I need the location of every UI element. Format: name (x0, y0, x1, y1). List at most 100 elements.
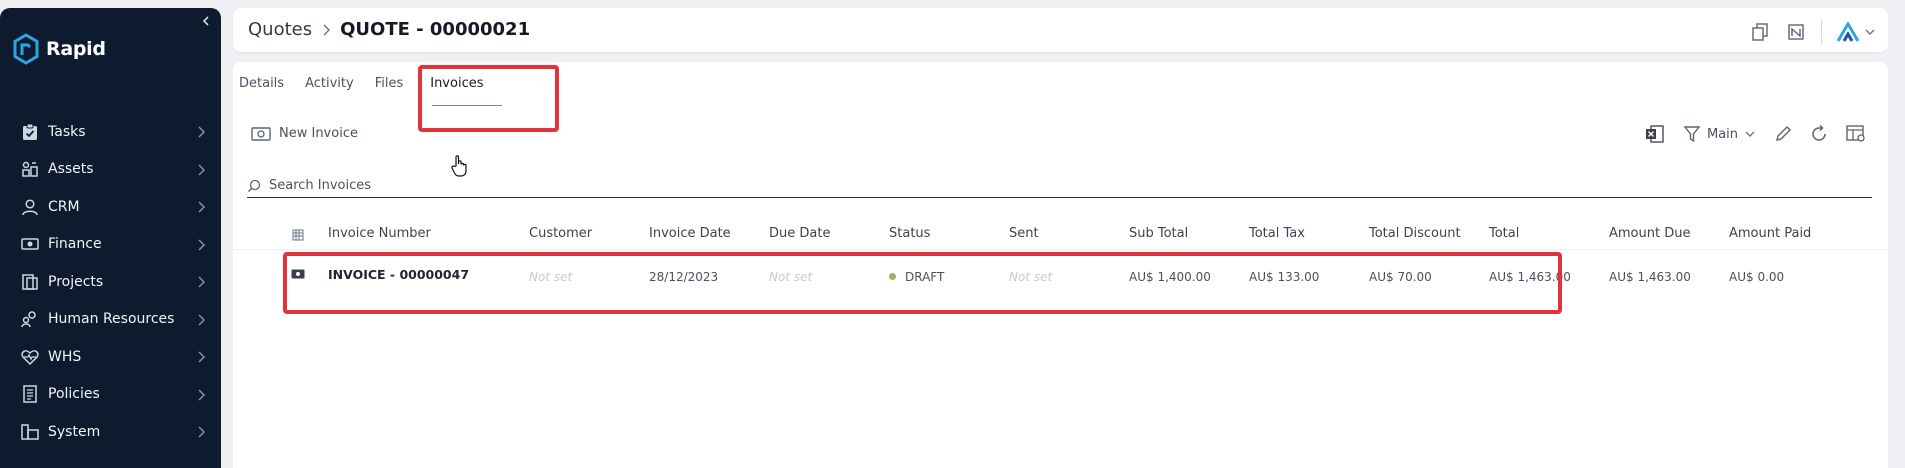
column-header[interactable]: Total Discount (1369, 226, 1461, 241)
column-header[interactable]: Sent (1009, 226, 1039, 241)
column-header[interactable]: Invoice Number (328, 226, 431, 241)
view-filter-dropdown[interactable]: Main (1683, 122, 1756, 146)
sidebar-item-assets[interactable]: Assets (0, 151, 221, 189)
chevron-right-icon (198, 126, 205, 138)
sidebar-item-finance[interactable]: Finance (0, 226, 221, 264)
column-header[interactable]: Customer (529, 226, 592, 241)
sub-total-cell: AU$ 1,400.00 (1129, 270, 1211, 284)
chevron-right-icon (198, 201, 205, 213)
table-row[interactable]: INVOICE - 00000047 Not set 28/12/2023 No… (233, 260, 1888, 296)
tab-invoices[interactable]: Invoices (430, 76, 483, 91)
breadcrumb: Quotes QUOTE - 00000021 (248, 19, 530, 40)
sidebar-item-label: WHS (48, 348, 82, 365)
status-badge: DRAFT (905, 270, 945, 284)
sent-cell: Not set (1009, 270, 1053, 284)
sidebar: Rapid Tasks Assets CRM Finance Projects (0, 8, 221, 468)
sidebar-item-projects[interactable]: Projects (0, 263, 221, 301)
customer-cell: Not set (529, 270, 573, 284)
folders-icon (20, 272, 40, 292)
app-name: Rapid (46, 38, 106, 60)
refresh-icon (1812, 125, 1826, 141)
status-dot (889, 273, 896, 280)
document-view-icon[interactable] (1785, 21, 1807, 43)
money-icon (291, 269, 305, 279)
chevron-right-icon (198, 164, 205, 175)
search-input[interactable] (269, 178, 869, 193)
document-icon (20, 384, 40, 404)
invoice-number-cell[interactable]: INVOICE - 00000047 (328, 267, 469, 282)
sidebar-item-label: Tasks (48, 123, 86, 140)
sidebar-item-label: Projects (48, 273, 104, 290)
chevron-down-icon (1745, 131, 1755, 137)
chevron-right-icon (198, 239, 205, 250)
column-header[interactable]: Amount Paid (1729, 226, 1811, 241)
collapse-sidebar-icon[interactable] (199, 14, 213, 28)
assets-icon (20, 159, 40, 179)
rapid-logo-icon (13, 33, 39, 65)
amount-due-cell: AU$ 1,463.00 (1609, 270, 1691, 284)
column-header[interactable]: Status (889, 226, 930, 241)
header-bar: Quotes QUOTE - 00000021 (233, 8, 1888, 52)
sidebar-item-human-resources[interactable]: Human Resources (0, 301, 221, 339)
active-tab-underline (432, 105, 502, 106)
table-toolbar: Main (1645, 122, 1866, 146)
column-header[interactable]: Invoice Date (649, 226, 731, 241)
sidebar-item-system[interactable]: System (0, 413, 221, 451)
edit-button[interactable] (1774, 122, 1792, 146)
people-icon (20, 309, 40, 329)
chevron-right-icon (198, 426, 205, 438)
refresh-button[interactable] (1810, 122, 1828, 146)
system-icon (20, 422, 40, 442)
money-icon (20, 234, 40, 254)
tab-activity[interactable]: Activity (305, 76, 354, 91)
column-header[interactable]: Due Date (769, 226, 830, 241)
sidebar-item-label: System (48, 423, 101, 440)
export-excel-button[interactable] (1645, 122, 1665, 146)
grid-icon[interactable] (292, 229, 304, 241)
column-settings-button[interactable] (1846, 122, 1866, 146)
view-label: Main (1706, 126, 1738, 142)
status-cell: DRAFT (889, 270, 944, 284)
chevron-right-icon (198, 389, 205, 400)
amount-paid-cell: AU$ 0.00 (1729, 270, 1785, 284)
page-title: QUOTE - 00000021 (340, 19, 531, 40)
new-invoice-label: New Invoice (279, 126, 358, 141)
chevron-right-icon (198, 314, 205, 325)
chevron-right-icon (323, 24, 331, 35)
tab-files[interactable]: Files (375, 76, 404, 91)
sidebar-item-label: CRM (48, 198, 80, 215)
heart-pulse-icon (20, 347, 40, 367)
breadcrumb-quotes-link[interactable]: Quotes (248, 19, 312, 40)
header-actions (1749, 19, 1876, 45)
table-settings-icon (1846, 125, 1865, 142)
account-menu[interactable] (1836, 22, 1876, 42)
sidebar-item-crm[interactable]: CRM (0, 188, 221, 226)
invoice-date-cell: 28/12/2023 (649, 270, 719, 284)
tab-details[interactable]: Details (239, 76, 284, 91)
sidebar-item-whs[interactable]: WHS (0, 338, 221, 376)
sidebar-item-label: Finance (48, 236, 102, 253)
column-header[interactable]: Total (1489, 226, 1519, 241)
total-discount-cell: AU$ 70.00 (1369, 270, 1432, 284)
excel-icon (1645, 125, 1664, 143)
main-panel: Details Activity Files Invoices New Invo… (233, 62, 1888, 468)
search-bar (247, 174, 1872, 198)
sidebar-item-policies[interactable]: Policies (0, 376, 221, 414)
app-logo[interactable]: Rapid (12, 32, 106, 66)
copy-icon[interactable] (1749, 21, 1771, 43)
chevron-right-icon (198, 351, 205, 363)
search-icon (248, 179, 261, 192)
column-header[interactable]: Amount Due (1609, 226, 1690, 241)
column-header[interactable]: Total Tax (1249, 226, 1305, 241)
new-invoice-button[interactable]: New Invoice (251, 126, 358, 141)
chevron-right-icon (198, 276, 205, 288)
sidebar-item-label: Assets (48, 161, 94, 178)
sidebar-item-tasks[interactable]: Tasks (0, 113, 221, 151)
divider (1821, 19, 1822, 45)
table-header: Invoice Number Customer Invoice Date Due… (233, 226, 1888, 250)
column-header[interactable]: Sub Total (1129, 226, 1188, 241)
sidebar-item-label: Human Resources (48, 311, 175, 328)
total-cell: AU$ 1,463.00 (1489, 270, 1571, 284)
total-tax-cell: AU$ 133.00 (1249, 270, 1320, 284)
money-icon (251, 126, 271, 141)
